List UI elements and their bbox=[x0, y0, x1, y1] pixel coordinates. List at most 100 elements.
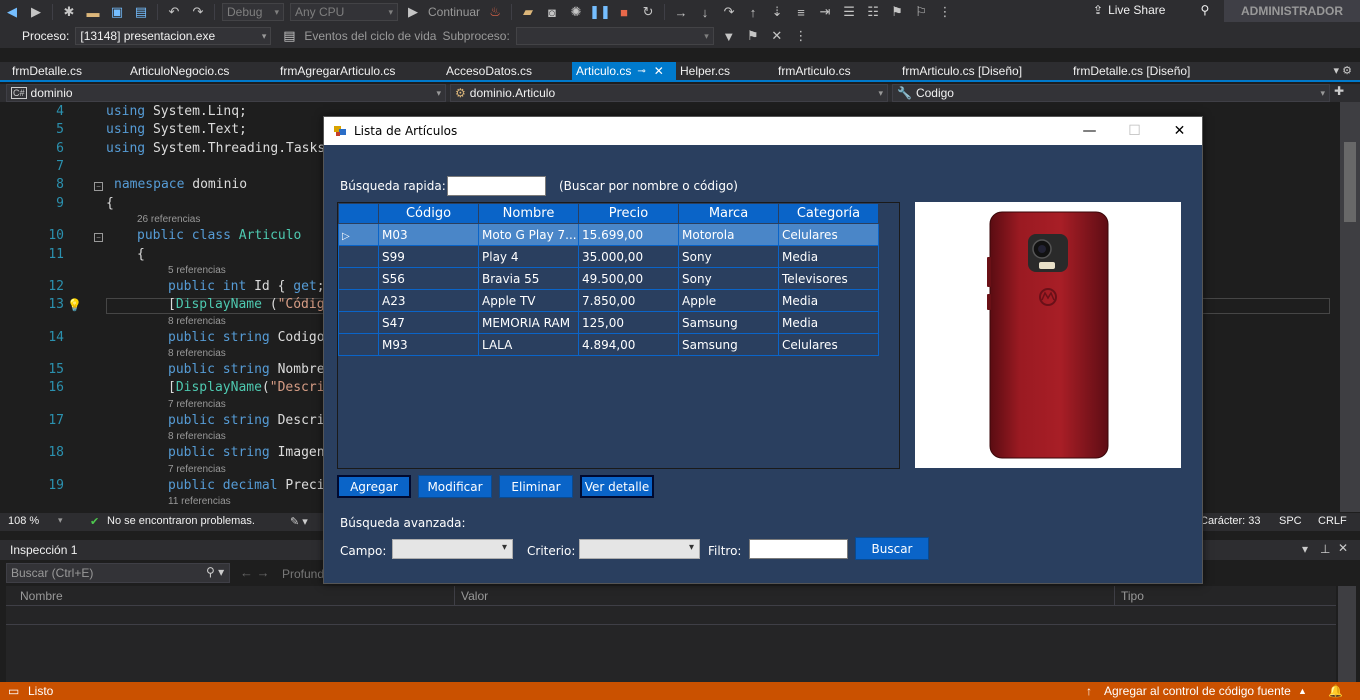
filter-icon[interactable]: ▼ bbox=[719, 26, 739, 46]
edit-button[interactable]: Modificar bbox=[418, 475, 492, 498]
class-select[interactable]: ⚙ dominio.Articulo ▾ bbox=[450, 84, 888, 102]
lightbulb-icon[interactable]: 💡 bbox=[67, 298, 82, 312]
cell-precio[interactable]: 15.699,00 bbox=[578, 223, 679, 246]
tab-list-icon[interactable]: ▾ ⚙ bbox=[1334, 64, 1352, 77]
grid-row[interactable]: M93 LALA 4.894,00 Samsung Celulares bbox=[338, 333, 879, 356]
flame-icon[interactable]: ✺ bbox=[566, 2, 586, 22]
continue-icon[interactable]: ▶ bbox=[403, 2, 423, 22]
cell-nombre[interactable]: MEMORIA RAM bbox=[478, 311, 579, 334]
minimize-button[interactable]: — bbox=[1067, 117, 1112, 145]
row-header[interactable] bbox=[338, 311, 379, 334]
row-header[interactable] bbox=[338, 267, 379, 290]
grid-row[interactable]: ▷ M03 Moto G Play 7... 15.699,00 Motorola Cel… bbox=[338, 223, 879, 246]
uncomment-icon[interactable]: ☷ bbox=[863, 2, 883, 22]
notifications-icon[interactable]: 🔔 bbox=[1328, 684, 1343, 698]
close-button[interactable]: ✕ bbox=[1157, 117, 1202, 145]
indent-icon[interactable]: ⇥ bbox=[815, 2, 835, 22]
panel-menu-icon[interactable]: ▾ bbox=[1302, 542, 1308, 556]
cell-nombre[interactable]: Play 4 bbox=[478, 245, 579, 268]
cell-codigo[interactable]: M93 bbox=[378, 333, 479, 356]
col-header-precio[interactable]: Precio bbox=[578, 203, 679, 224]
pin-icon[interactable]: ⊥ bbox=[1320, 542, 1330, 556]
live-share-button[interactable]: ⇪ Live Share ⚲ bbox=[1093, 3, 1209, 17]
restart-icon[interactable]: ↻ bbox=[638, 2, 658, 22]
field-select[interactable]: ▾ bbox=[392, 539, 513, 559]
row-header[interactable] bbox=[338, 333, 379, 356]
problems-status[interactable]: No se encontraron problemas. bbox=[107, 515, 255, 527]
pause-icon[interactable]: ❚❚ bbox=[589, 2, 611, 22]
grid-row[interactable]: S56 Bravia 55 49.500,00 Sony Televisores bbox=[338, 267, 879, 290]
tab-accesodatos[interactable]: AccesoDatos.cs bbox=[442, 62, 536, 80]
comment-icon[interactable]: ☰ bbox=[839, 2, 859, 22]
zoom-level[interactable]: 108 % bbox=[8, 515, 39, 527]
code-lens[interactable]: 26 referencias bbox=[137, 214, 200, 225]
editor-scrollbar[interactable] bbox=[1340, 102, 1360, 512]
show-next-statement-icon[interactable]: → bbox=[671, 2, 691, 22]
scrollbar-thumb[interactable] bbox=[1344, 142, 1356, 222]
new-project-icon[interactable]: ✱ bbox=[59, 2, 79, 22]
user-account-button[interactable]: ADMINISTRADOR bbox=[1224, 0, 1360, 22]
cell-categoria[interactable]: Media bbox=[778, 289, 879, 312]
lifecycle-events-button[interactable]: Eventos del ciclo de vida bbox=[304, 29, 436, 43]
zoom-dropdown-icon[interactable]: ▾ bbox=[58, 515, 63, 526]
cell-precio[interactable]: 4.894,00 bbox=[578, 333, 679, 356]
tab-articulo[interactable]: Articulo.cs ⊸ ✕ bbox=[572, 62, 676, 80]
code-lens[interactable]: 8 referencias bbox=[168, 316, 226, 327]
cell-categoria[interactable]: Televisores bbox=[778, 267, 879, 290]
flag-thread-icon[interactable]: ⚑ bbox=[743, 26, 763, 46]
step-options-icon[interactable]: ⇣ bbox=[767, 2, 787, 22]
feedback-icon[interactable]: ⚲ bbox=[1200, 3, 1209, 17]
filter-input[interactable] bbox=[749, 539, 848, 559]
col-header-marca[interactable]: Marca bbox=[678, 203, 779, 224]
forward-icon[interactable]: ▶ bbox=[26, 2, 46, 22]
code-lens[interactable]: 7 referencias bbox=[168, 399, 226, 410]
step-out-icon[interactable]: ↑ bbox=[743, 2, 763, 22]
col-header-categoria[interactable]: Categoría bbox=[778, 203, 879, 224]
delete-button[interactable]: Eliminar bbox=[499, 475, 573, 498]
undo-icon[interactable]: ↶ bbox=[164, 2, 184, 22]
tab-frmagregararticulo[interactable]: frmAgregarArticulo.cs bbox=[276, 62, 399, 80]
cell-marca[interactable]: Sony bbox=[678, 245, 779, 268]
row-header[interactable] bbox=[338, 245, 379, 268]
collapse-namespace-icon[interactable]: − bbox=[94, 182, 103, 191]
project-select[interactable]: C# dominio ▾ bbox=[6, 84, 446, 102]
cell-precio[interactable]: 7.850,00 bbox=[578, 289, 679, 312]
code-lens[interactable]: 8 referencias bbox=[168, 348, 226, 359]
maximize-button[interactable]: ☐ bbox=[1112, 117, 1157, 145]
window-titlebar[interactable]: Lista de Artículos — ☐ ✕ bbox=[324, 117, 1202, 145]
inspection-scrollbar[interactable] bbox=[1338, 586, 1356, 682]
save-all-icon[interactable]: ▤ bbox=[131, 2, 151, 22]
process-select[interactable]: [13148] presentacion.exe ▾ bbox=[75, 27, 272, 45]
overflow-icon[interactable]: ⋮ bbox=[935, 2, 955, 22]
redo-icon[interactable]: ↷ bbox=[188, 2, 208, 22]
cell-nombre[interactable]: Bravia 55 bbox=[478, 267, 579, 290]
overflow-icon-2[interactable]: ⋮ bbox=[791, 26, 811, 46]
col-header-codigo[interactable]: Código bbox=[378, 203, 479, 224]
tab-articulonegocio[interactable]: ArticuloNegocio.cs bbox=[126, 62, 233, 80]
cell-nombre[interactable]: LALA bbox=[478, 333, 579, 356]
platform-select[interactable]: Any CPU ▾ bbox=[290, 3, 398, 21]
nav-back-icon[interactable]: ← → bbox=[240, 565, 270, 580]
inspection-search-input[interactable]: Buscar (Ctrl+E) bbox=[6, 563, 230, 583]
close-tab-icon[interactable]: ✕ bbox=[654, 64, 664, 78]
cell-marca[interactable]: Samsung bbox=[678, 333, 779, 356]
step-over-icon[interactable]: ↷ bbox=[719, 2, 739, 22]
bookmark-prev-icon[interactable]: ⚐ bbox=[911, 2, 931, 22]
stop-icon[interactable]: ■ bbox=[614, 2, 634, 22]
brush-icon[interactable]: ✎ ▾ bbox=[290, 515, 308, 528]
criteria-select[interactable]: ▾ bbox=[579, 539, 700, 559]
pin-icon[interactable]: ⊸ bbox=[637, 66, 645, 77]
cell-codigo[interactable]: S47 bbox=[378, 311, 479, 334]
code-lens[interactable]: 11 referencias bbox=[168, 496, 231, 507]
tab-helper[interactable]: Helper.cs bbox=[676, 62, 734, 80]
lifecycle-icon[interactable]: ▤ bbox=[279, 26, 299, 46]
add-button[interactable]: Agregar bbox=[337, 475, 411, 498]
close-panel-icon[interactable]: ✕ bbox=[1338, 541, 1348, 555]
cell-categoria[interactable]: Celulares bbox=[778, 333, 879, 356]
cell-categoria[interactable]: Celulares bbox=[778, 223, 879, 246]
cell-marca[interactable]: Motorola bbox=[678, 223, 779, 246]
thread-select[interactable]: ▾ bbox=[515, 27, 714, 45]
step-into-icon[interactable]: ↓ bbox=[695, 2, 715, 22]
flag-cancel-icon[interactable]: ✕ bbox=[767, 26, 787, 46]
search-button[interactable]: Buscar bbox=[855, 537, 929, 560]
